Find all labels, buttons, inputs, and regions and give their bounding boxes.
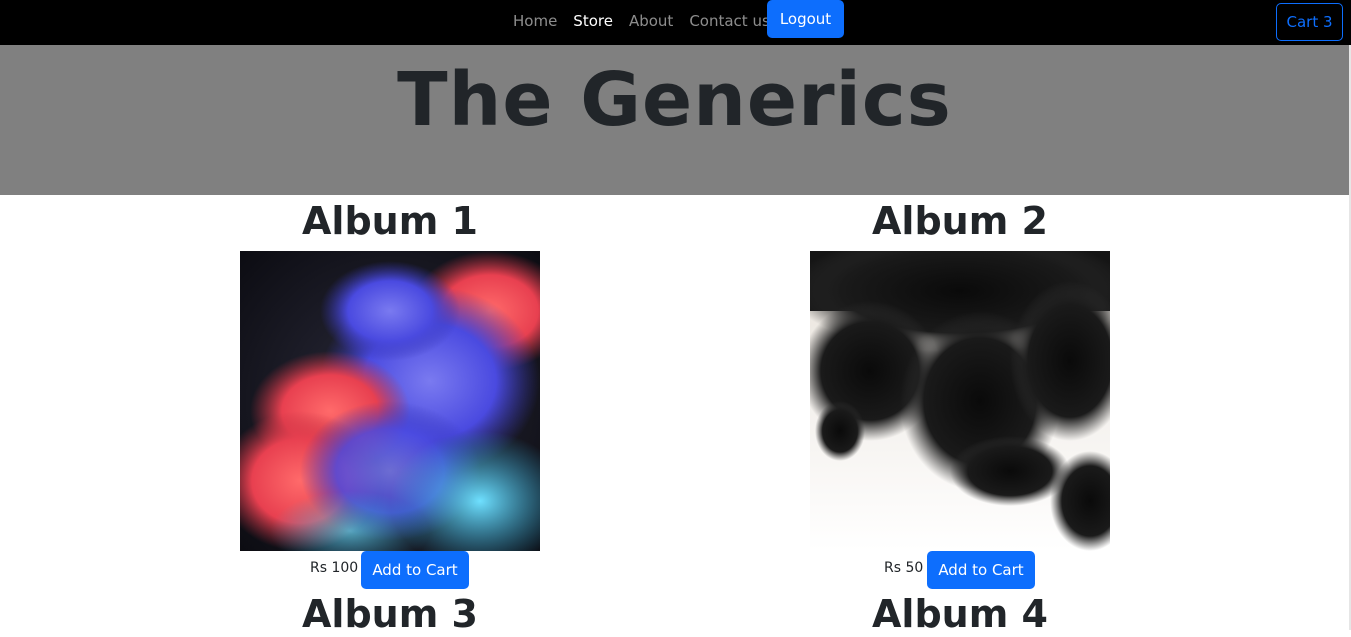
- cart-button[interactable]: Cart 3: [1276, 3, 1343, 41]
- album-4-title: Album 4: [872, 592, 1048, 636]
- album-1-price: Rs 100: [310, 560, 359, 576]
- album-1-title: Album 1: [302, 199, 478, 243]
- album-3-title: Album 3: [302, 592, 478, 636]
- logout-button[interactable]: Logout: [767, 0, 844, 38]
- album-1-cover-image: [240, 251, 540, 551]
- nav-link-home[interactable]: Home: [513, 12, 557, 30]
- album-1-add-to-cart-button[interactable]: Add to Cart: [361, 551, 469, 589]
- album-2-add-to-cart-button[interactable]: Add to Cart: [927, 551, 1035, 589]
- album-2-price: Rs 50: [884, 560, 924, 576]
- nav-link-about[interactable]: About: [629, 12, 673, 30]
- site-title: The Generics: [397, 57, 952, 143]
- nav-links: Home Store About Contact us: [505, 0, 778, 41]
- nav-link-store[interactable]: Store: [573, 12, 613, 30]
- nav-link-contact[interactable]: Contact us: [689, 12, 769, 30]
- album-2-title: Album 2: [872, 199, 1048, 243]
- top-navbar: Home Store About Contact us Logout Cart …: [0, 0, 1351, 45]
- hero-banner: The Generics: [0, 45, 1349, 195]
- album-2-cover-image: [810, 251, 1110, 551]
